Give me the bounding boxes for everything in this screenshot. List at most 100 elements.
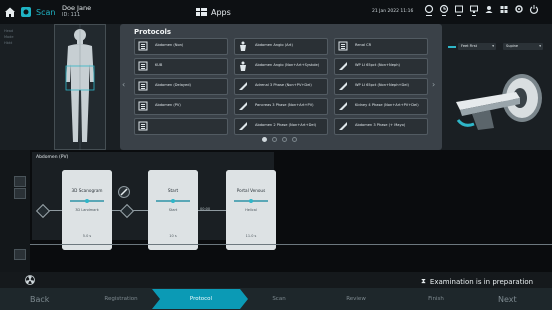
expand-button[interactable] [14,176,26,187]
chevron-right-icon[interactable]: › [432,80,435,89]
date-time: 21 Jan 2022 11:16 [372,9,414,14]
status-icons [424,4,539,18]
protocol-tile[interactable] [134,118,228,135]
exam-status: ⧗ Examination is in preparation [421,277,533,286]
orientation-dropdown[interactable]: Supine ▾ [503,43,543,50]
patient-id: ID: 111 [62,12,81,18]
page-dot[interactable] [272,137,277,142]
injector-icon[interactable] [118,186,130,198]
scan-node[interactable]: 3D Scanogram 3D Landmark 5.0 s [62,170,112,250]
scan-icon[interactable] [20,6,32,18]
protocol-tile-label: Adrenal 3 Phase (Non+PV+Del) [255,83,312,87]
back-button[interactable]: Back [30,295,49,304]
protocol-tile-label: Abdomen Angio (Non+Art+Systole) [255,63,320,67]
timeline [30,244,552,245]
scanner-status-icon[interactable] [424,4,434,18]
scan-tile-icon [338,61,348,71]
protocol-tile[interactable]: Abdomen 3 Phase (+ Mayo) [334,118,428,135]
add-button[interactable] [14,249,26,260]
scan-tile-icon [338,121,348,131]
protocol-tile[interactable]: WP LI 65pct (Non+Neph) [334,58,428,75]
scan-tile-icon [238,121,248,131]
radiation-icon [25,275,35,285]
node-subtitle: Start [168,208,178,212]
app-title: Scan [36,8,56,17]
node-duration: 5.0 s [82,234,92,238]
pagination [262,137,297,142]
apps-label: Apps [211,7,231,17]
page-dot[interactable] [262,137,267,142]
protocol-tile[interactable]: Abdomen Angio (Art) [234,38,328,55]
protocol-tile-label: Renal CR [355,43,372,47]
protocol-tile-label: Abdomen 2 Phase (Non+Art+Del) [255,123,316,127]
abdomen-icon [138,61,148,71]
protocol-tile[interactable]: Adrenal 3 Phase (Non+PV+Del) [234,78,328,95]
scan-tile-icon [338,81,348,91]
grid-icon[interactable] [499,4,509,18]
protocols-title: Protocols [134,28,172,36]
delay-label: 00:00 [200,207,211,211]
patient-position-icon [448,46,456,48]
protocol-tile[interactable]: Renal CR [334,38,428,55]
protocol-tile-label: Abdomen 3 Phase (+ Mayo) [355,123,406,127]
protocol-tile-label: WP LI 65pct (Non+Neph) [355,63,400,67]
home-icon[interactable] [4,6,16,18]
patient-name[interactable]: Doe Jane [62,4,91,12]
page-dot[interactable] [282,137,287,142]
settings-icon[interactable] [514,4,524,18]
protocol-tile-label: Abdomen Angio (Art) [255,43,293,47]
body-icon [238,61,248,71]
protocol-tile[interactable]: Pancreas 3 Phase (Non+Art+PV) [234,98,328,115]
protocol-tile-label: Kidney 4 Phase (Non+Art+PV+Del) [355,103,419,107]
protocol-tile-label: Abdomen (Delayed) [155,83,191,87]
scan-node[interactable]: Start Start 10 s [148,170,198,250]
scan-range-icon [234,199,268,203]
exam-status-text: Examination is in preparation [429,277,534,286]
network-icon[interactable] [469,4,479,18]
node-title: Portal Venous [236,188,266,193]
ct-scanner-illustration [456,74,542,130]
side-labels: Head Mode Hbkt [4,28,14,46]
body-region-selector[interactable] [54,24,106,150]
scan-range-icon [156,199,190,203]
step-finish[interactable]: Finish [396,289,476,309]
collapse-button[interactable] [14,188,26,199]
protocol-tile[interactable]: Kidney 4 Phase (Non+Art+PV+Del) [334,98,428,115]
step-protocol[interactable]: Protocol [160,289,242,309]
protocol-tile[interactable]: Abdomen (Non) [134,38,228,55]
user-icon[interactable] [484,4,494,18]
entry-value: Feet First [461,44,477,48]
protocol-tile[interactable]: Abdomen (PV) [134,98,228,115]
step-review[interactable]: Review [316,289,396,309]
chevron-left-icon[interactable]: ‹ [122,80,125,89]
power-icon[interactable] [529,4,539,18]
protocol-tile-label: Pancreas 3 Phase (Non+Art+PV) [255,103,314,107]
next-button[interactable]: Next [498,295,517,304]
protocol-tile[interactable]: Abdomen 2 Phase (Non+Art+Del) [234,118,328,135]
apps-button[interactable]: Apps [196,6,231,18]
node-title: 3D Scanogram [71,188,103,193]
abdomen-icon [138,41,148,51]
page-dot[interactable] [292,137,297,142]
protocol-tile[interactable]: Abdomen Angio (Non+Art+Systole) [234,58,328,75]
clock-icon[interactable] [439,4,449,18]
hourglass-icon: ⧗ [421,277,426,285]
body-icon [238,41,248,51]
protocol-tile-label: KUB [155,63,163,67]
node-duration: 11.0 s [245,234,257,238]
node-subtitle: 3D Landmark [75,208,99,212]
protocol-tile-label: WP LI 65pct (Non+Neph+Del) [355,83,409,87]
protocol-tile[interactable]: KUB [134,58,228,75]
side-label: Hbkt [4,41,13,45]
scan-tile-icon [238,81,248,91]
node-subtitle: Helical [245,208,257,212]
node-duration: 10 s [169,234,177,238]
protocol-tile[interactable]: WP LI 65pct (Non+Neph+Del) [334,78,428,95]
protocol-tile[interactable]: Abdomen (Delayed) [134,78,228,95]
image-icon[interactable] [454,4,464,18]
node-title: Start [167,188,179,193]
step-scan[interactable]: Scan [242,289,316,309]
step-registration[interactable]: Registration [82,289,160,309]
entry-dropdown[interactable]: Feet First ▾ [458,43,496,50]
scan-node[interactable]: Portal Venous Helical 11.0 s [226,170,276,250]
